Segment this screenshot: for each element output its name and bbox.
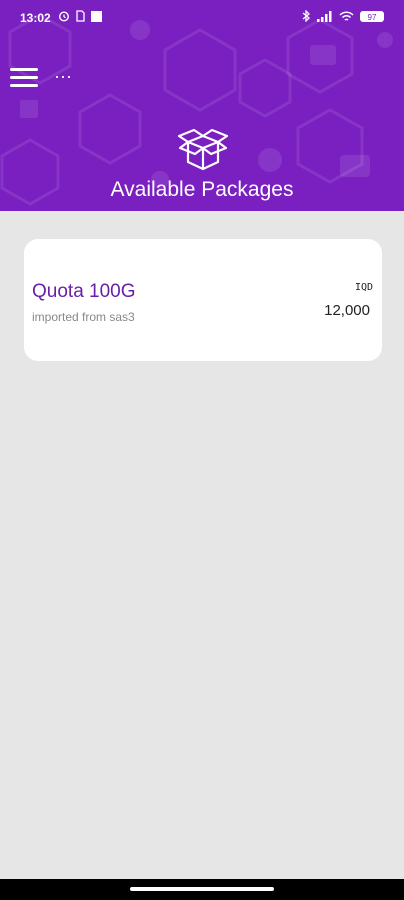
menu-icon-line [10,76,38,79]
page-title: Available Packages [110,178,294,201]
menu-button[interactable] [10,68,38,90]
square-icon [91,10,102,22]
header: 13:02 97 ⋯ Available Packages [0,0,404,211]
box-icon [177,128,229,171]
menu-icon-line [10,68,38,71]
battery-icon: 97 [360,10,384,22]
status-left-icons [58,10,102,22]
home-indicator[interactable] [130,887,274,891]
status-time: 13:02 [20,11,51,25]
sim-icon [76,10,85,22]
package-name: Quota 100G [32,281,136,302]
bluetooth-icon [302,10,310,22]
alarm-icon [58,11,70,22]
package-currency: IQD [354,282,373,293]
status-right-icons: 97 [302,10,384,22]
status-bar: 13:02 97 [0,0,404,36]
package-price: 12,000 [324,302,370,319]
more-options-button[interactable]: ⋯ [54,67,74,88]
package-card[interactable]: Quota 100G imported from sas3 IQD 12,000 [24,239,382,361]
wifi-icon [339,10,354,21]
menu-icon-line [10,84,38,87]
package-source: imported from sas3 [32,310,135,324]
navigation-bar [0,879,404,900]
signal-icon [317,10,332,22]
